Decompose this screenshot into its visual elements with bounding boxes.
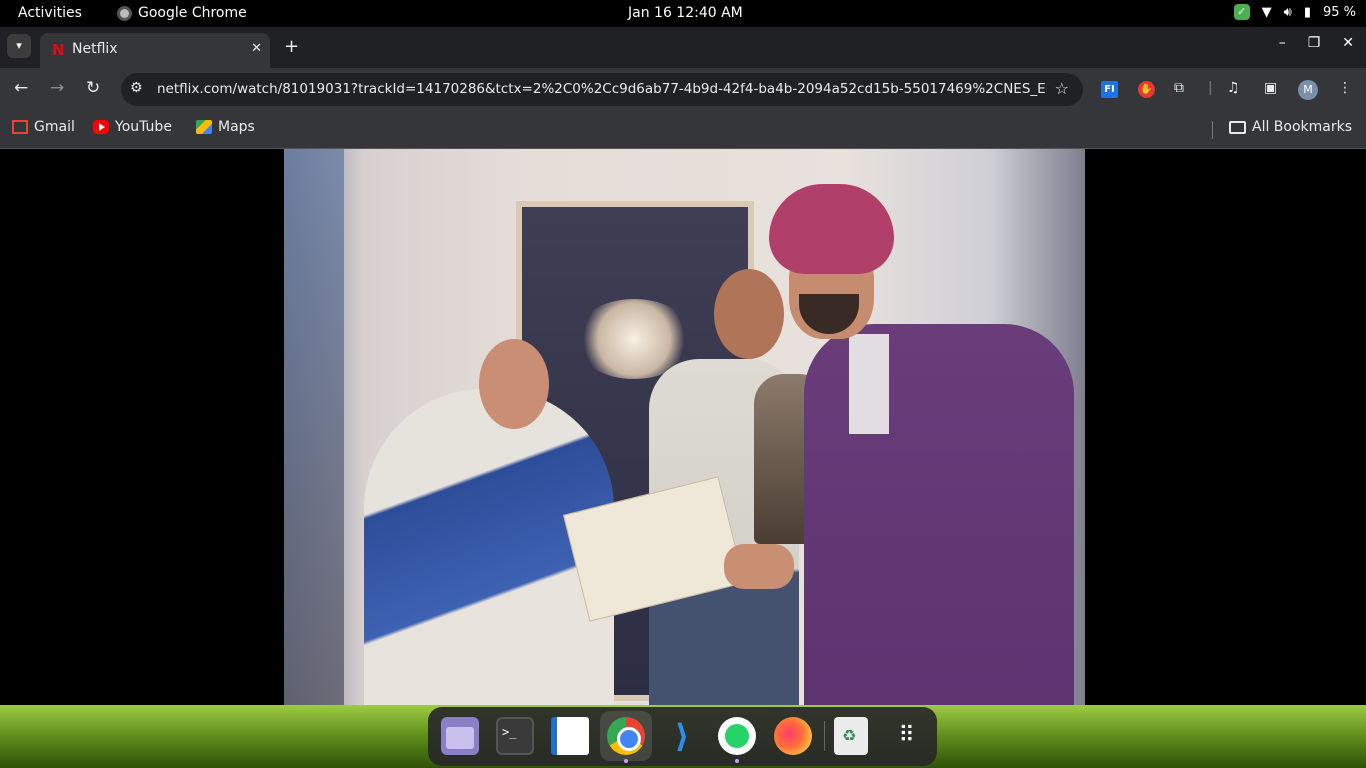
system-top-bar: Activities Google Chrome Jan 16 12:40 AM… bbox=[0, 0, 1366, 27]
bookmarks-bar: Gmail YouTube Maps All Bookmarks bbox=[0, 110, 1366, 149]
tab-title: Netflix bbox=[72, 41, 118, 57]
netflix-favicon-icon: N bbox=[52, 41, 65, 59]
bookmark-gmail[interactable]: Gmail bbox=[12, 119, 75, 135]
person-left-head bbox=[479, 339, 549, 429]
tab-strip: ▾ N Netflix ✕ + – ❐ ✕ bbox=[0, 27, 1366, 68]
extension-stop-icon[interactable]: ✋ bbox=[1138, 81, 1155, 98]
trash-icon[interactable] bbox=[834, 717, 868, 755]
browser-toolbar: ← → ↻ ⚙ netflix.com/watch/81019031?track… bbox=[0, 68, 1366, 110]
address-bar[interactable]: ⚙ netflix.com/watch/81019031?trackId=141… bbox=[121, 73, 1083, 106]
video-player[interactable] bbox=[284, 149, 1085, 705]
bookmark-label: Maps bbox=[218, 119, 255, 135]
browser-window: ▾ N Netflix ✕ + – ❐ ✕ ← → ↻ ⚙ netflix.co… bbox=[0, 27, 1366, 149]
activities-button[interactable]: Activities bbox=[18, 5, 82, 21]
profile-avatar[interactable]: M bbox=[1298, 80, 1318, 100]
text-editor-icon[interactable] bbox=[551, 717, 589, 755]
side-panel-icon[interactable]: ▣ bbox=[1264, 80, 1277, 96]
new-tab-button[interactable]: + bbox=[284, 36, 299, 57]
tab-search-button[interactable]: ▾ bbox=[7, 34, 31, 58]
files-icon[interactable] bbox=[441, 717, 479, 755]
all-bookmarks-label: All Bookmarks bbox=[1252, 119, 1353, 135]
bookmark-youtube[interactable]: YouTube bbox=[93, 119, 172, 135]
volume-icon: 🔊︎ bbox=[1283, 4, 1292, 20]
bookmark-maps[interactable]: Maps bbox=[196, 119, 255, 135]
show-applications-icon[interactable]: ⠿ bbox=[888, 717, 926, 755]
bookmark-star-icon[interactable]: ☆ bbox=[1055, 79, 1069, 98]
clock[interactable]: Jan 16 12:40 AM bbox=[628, 5, 743, 21]
folder-icon bbox=[1229, 120, 1246, 134]
dock-separator bbox=[824, 721, 825, 751]
video-frame-person-right bbox=[754, 184, 1084, 705]
extension-fi-icon[interactable]: FI bbox=[1101, 81, 1118, 98]
system-tray[interactable]: ✓ ▼ 🔊︎ ▮ 95 % bbox=[1233, 4, 1356, 20]
extensions-puzzle-icon[interactable]: ⧉ bbox=[1174, 80, 1184, 96]
app-menu[interactable]: Google Chrome bbox=[117, 5, 247, 21]
person-right-turban bbox=[769, 184, 894, 274]
chrome-app-icon bbox=[117, 5, 132, 21]
bookmarks-divider bbox=[1212, 121, 1213, 139]
whatsapp-running-indicator bbox=[735, 759, 739, 763]
chrome-icon[interactable] bbox=[607, 717, 645, 755]
media-controls-icon[interactable]: ♫ bbox=[1227, 80, 1240, 96]
page-content bbox=[0, 149, 1366, 705]
all-bookmarks-button[interactable]: All Bookmarks bbox=[1229, 119, 1352, 135]
terminal-icon[interactable]: >_ bbox=[496, 717, 534, 755]
app-menu-label: Google Chrome bbox=[138, 5, 247, 21]
close-window-icon[interactable]: ✕ bbox=[1342, 35, 1354, 51]
reload-button[interactable]: ↻ bbox=[86, 78, 100, 98]
tab-netflix[interactable]: N Netflix ✕ bbox=[40, 33, 270, 68]
vscode-icon[interactable]: ⟩ bbox=[663, 717, 701, 755]
dock: >_ ⟩ ⠿ bbox=[428, 707, 937, 766]
minimize-icon[interactable]: – bbox=[1279, 35, 1286, 51]
forward-button[interactable]: → bbox=[50, 78, 64, 98]
gmail-icon bbox=[12, 120, 28, 134]
window-controls: – ❐ ✕ bbox=[1279, 35, 1366, 51]
video-frame-hands bbox=[724, 544, 794, 589]
person-right-shirt bbox=[849, 334, 889, 434]
shield-check-icon[interactable]: ✓ bbox=[1233, 4, 1250, 20]
chrome-running-indicator bbox=[624, 759, 628, 763]
battery-percent: 95 % bbox=[1322, 4, 1356, 20]
more-menu-icon[interactable]: ⋮ bbox=[1338, 80, 1352, 96]
bookmark-label: Gmail bbox=[34, 119, 75, 135]
toolbar-divider: | bbox=[1208, 80, 1213, 96]
youtube-icon bbox=[93, 120, 109, 134]
maximize-icon[interactable]: ❐ bbox=[1308, 35, 1321, 51]
person-right-blazer bbox=[804, 324, 1074, 705]
site-settings-icon[interactable]: ⚙ bbox=[130, 80, 143, 96]
whatsapp-icon[interactable] bbox=[718, 717, 756, 755]
firefox-icon[interactable] bbox=[774, 717, 812, 755]
close-tab-icon[interactable]: ✕ bbox=[251, 41, 262, 56]
back-button[interactable]: ← bbox=[14, 78, 28, 98]
url-text[interactable]: netflix.com/watch/81019031?trackId=14170… bbox=[157, 81, 1047, 97]
battery-icon: ▮ bbox=[1303, 4, 1311, 20]
wifi-icon: ▼ bbox=[1261, 4, 1272, 20]
maps-icon bbox=[196, 120, 212, 134]
bookmark-label: YouTube bbox=[115, 119, 172, 135]
